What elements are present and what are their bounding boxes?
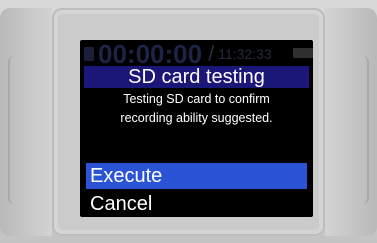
- battery-icon: [293, 48, 313, 58]
- device-right-side: [325, 8, 377, 236]
- dialog-title: SD card testing: [84, 66, 309, 88]
- dialog-message: Testing SD card to confirm recording abi…: [84, 90, 309, 128]
- device-left-side: [0, 8, 52, 236]
- lcd-screen: 00:00:00 / 11:32:33 SD card testing Test…: [80, 40, 313, 217]
- status-bar: 00:00:00 / 11:32:33: [80, 40, 313, 69]
- device-body: 00:00:00 / 11:32:33 SD card testing Test…: [0, 0, 377, 243]
- sd-test-dialog: SD card testing Testing SD card to confi…: [84, 66, 309, 217]
- dialog-message-line2: recording ability suggested.: [120, 111, 273, 125]
- left-side-groove: [8, 56, 20, 204]
- execute-option[interactable]: Execute: [86, 163, 307, 189]
- time-separator: /: [208, 41, 215, 66]
- right-side-groove: [357, 56, 369, 204]
- remaining-time: 11:32:33: [218, 46, 272, 62]
- record-indicator-icon: [84, 47, 94, 61]
- dialog-message-line1: Testing SD card to confirm: [123, 92, 270, 106]
- cancel-option[interactable]: Cancel: [86, 191, 307, 217]
